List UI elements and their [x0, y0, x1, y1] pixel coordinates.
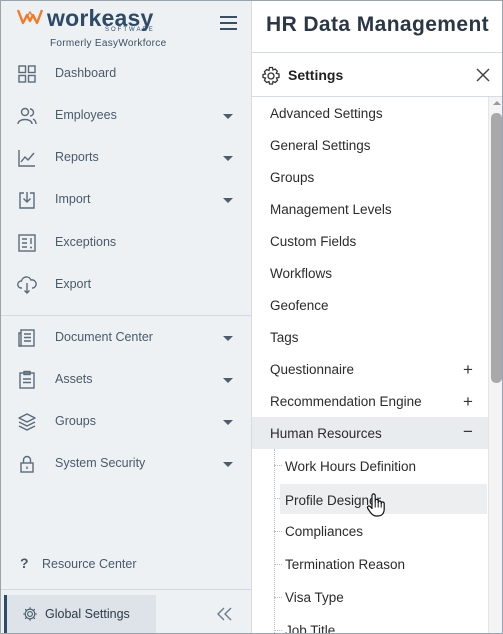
global-settings-label: Global Settings	[45, 607, 130, 621]
close-icon[interactable]	[475, 67, 491, 83]
sidebar-item-label: Document Center	[55, 330, 153, 344]
settings-item-human-resources[interactable]: Human Resources −	[252, 417, 488, 449]
question-icon: ?	[20, 555, 29, 571]
settings-item-label: Tags	[270, 330, 299, 345]
sidebar-item-label: Reports	[55, 150, 99, 164]
sidebar-item-label: Groups	[55, 414, 96, 428]
settings-item-label: Groups	[270, 170, 315, 185]
sidebar-item-dashboard[interactable]: Dashboard	[1, 54, 251, 94]
settings-item-label: Advanced Settings	[270, 106, 383, 121]
sidebar-item-employees[interactable]: Employees	[1, 96, 251, 136]
clipboard-icon	[19, 370, 35, 389]
settings-item-label: General Settings	[270, 138, 371, 153]
sidebar-item-export[interactable]: Export	[1, 265, 251, 305]
settings-title: Settings	[288, 67, 344, 83]
settings-item-custom-fields[interactable]: Custom Fields	[252, 225, 488, 257]
workeasy-logo-icon	[17, 9, 43, 25]
document-icon	[18, 329, 35, 347]
users-icon	[17, 107, 37, 125]
settings-scrollbar[interactable]	[488, 97, 502, 633]
chevron-down-icon[interactable]	[223, 462, 233, 467]
settings-item-general-settings[interactable]: General Settings	[252, 129, 488, 161]
settings-subitem-label: Job Title	[285, 623, 336, 634]
sidebar-item-label: Dashboard	[55, 66, 117, 80]
sidebar-item-label: System Security	[55, 456, 146, 470]
app-window: workeasy SOFTWARE Formerly EasyWorkforce…	[0, 0, 503, 634]
collapse-sidebar-icon[interactable]	[216, 606, 234, 622]
settings-subitem-label: Termination Reason	[285, 557, 406, 572]
chevron-down-icon[interactable]	[223, 198, 233, 203]
settings-subitem-work-hours-definition[interactable]: Work Hours Definition	[252, 450, 488, 483]
sidebar-divider	[1, 589, 251, 590]
settings-subitem-label: Work Hours Definition	[285, 459, 417, 474]
settings-item-tags[interactable]: Tags	[252, 321, 488, 353]
hand-pointer-cursor-icon	[366, 493, 385, 517]
sidebar-item-reports[interactable]: Reports	[1, 138, 251, 178]
settings-item-recommendation-engine[interactable]: Recommendation Engine +	[252, 385, 488, 417]
import-icon	[19, 192, 35, 209]
settings-item-workflows[interactable]: Workflows	[252, 257, 488, 289]
sidebar-item-label: Export	[55, 277, 92, 291]
settings-item-label: Geofence	[270, 298, 329, 313]
resource-center-link[interactable]: ? Resource Center	[1, 549, 251, 579]
settings-subitem-compliances[interactable]: Compliances	[252, 515, 488, 548]
cloud-download-icon	[17, 276, 37, 294]
settings-subitem-label: Compliances	[285, 524, 364, 539]
sidebar-item-import[interactable]: Import	[1, 180, 251, 220]
global-settings-button[interactable]: Global Settings	[4, 595, 156, 633]
chevron-down-icon[interactable]	[223, 336, 233, 341]
dashboard-icon	[18, 65, 36, 83]
sidebar-item-exceptions[interactable]: Exceptions	[1, 223, 251, 263]
brand-logo[interactable]: workeasy SOFTWARE Formerly EasyWorkforce	[17, 5, 177, 51]
sidebar-item-label: Exceptions	[55, 235, 117, 249]
settings-subitem-visa-type[interactable]: Visa Type	[252, 581, 488, 614]
expand-icon[interactable]: +	[463, 360, 473, 380]
settings-item-label: Management Levels	[270, 202, 392, 217]
lock-icon	[20, 455, 34, 473]
chart-line-icon	[18, 150, 35, 167]
gear-icon	[23, 607, 37, 621]
settings-item-management-levels[interactable]: Management Levels	[252, 193, 488, 225]
menu-toggle-icon[interactable]	[220, 16, 237, 30]
chevron-down-icon[interactable]	[223, 156, 233, 161]
chevron-down-icon[interactable]	[223, 114, 233, 119]
scrollbar-thumb[interactable]	[491, 113, 502, 383]
brand-formerly: Formerly EasyWorkforce	[50, 38, 167, 49]
sidebar: workeasy SOFTWARE Formerly EasyWorkforce…	[1, 1, 252, 633]
chevron-down-icon[interactable]	[223, 420, 233, 425]
sidebar-item-groups[interactable]: Groups	[1, 402, 251, 442]
brand-subtitle: SOFTWARE	[105, 27, 155, 33]
settings-item-advanced-settings[interactable]: Advanced Settings	[252, 97, 488, 129]
scroll-up-arrow-icon[interactable]	[493, 101, 501, 105]
chevron-down-icon[interactable]	[223, 378, 233, 383]
settings-item-label: Workflows	[270, 266, 333, 281]
sidebar-item-system-security[interactable]: System Security	[1, 444, 251, 484]
settings-item-label: Custom Fields	[270, 234, 357, 249]
settings-item-geofence[interactable]: Geofence	[252, 289, 488, 321]
expand-icon[interactable]: +	[463, 392, 473, 412]
sidebar-divider	[1, 315, 251, 316]
sidebar-item-label: Import	[55, 192, 91, 206]
page-title: HR Data Management	[266, 13, 490, 36]
settings-subitem-label: Visa Type	[285, 590, 344, 605]
settings-item-label: Recommendation Engine	[270, 394, 422, 409]
sidebar-item-document-center[interactable]: Document Center	[1, 318, 251, 358]
exceptions-icon	[18, 234, 36, 252]
settings-item-groups[interactable]: Groups	[252, 161, 488, 193]
gear-icon	[262, 66, 280, 85]
settings-subitem-termination-reason[interactable]: Termination Reason	[252, 548, 488, 581]
settings-item-questionnaire[interactable]: Questionnaire +	[252, 353, 488, 385]
settings-subitem-job-title[interactable]: Job Title	[252, 614, 488, 634]
layers-icon	[18, 413, 36, 431]
sidebar-item-label: Assets	[55, 372, 93, 386]
sidebar-item-assets[interactable]: Assets	[1, 360, 251, 400]
settings-item-label: Questionnaire	[270, 362, 355, 377]
sidebar-item-label: Employees	[55, 108, 117, 122]
settings-list: Advanced Settings General Settings Group…	[252, 97, 488, 634]
settings-item-label: Human Resources	[270, 426, 382, 441]
collapse-icon[interactable]: −	[463, 422, 473, 442]
resource-center-label: Resource Center	[42, 557, 137, 571]
main-panel: HR Data Management Settings Advanced Set…	[252, 1, 502, 634]
settings-header: Settings	[252, 52, 502, 97]
